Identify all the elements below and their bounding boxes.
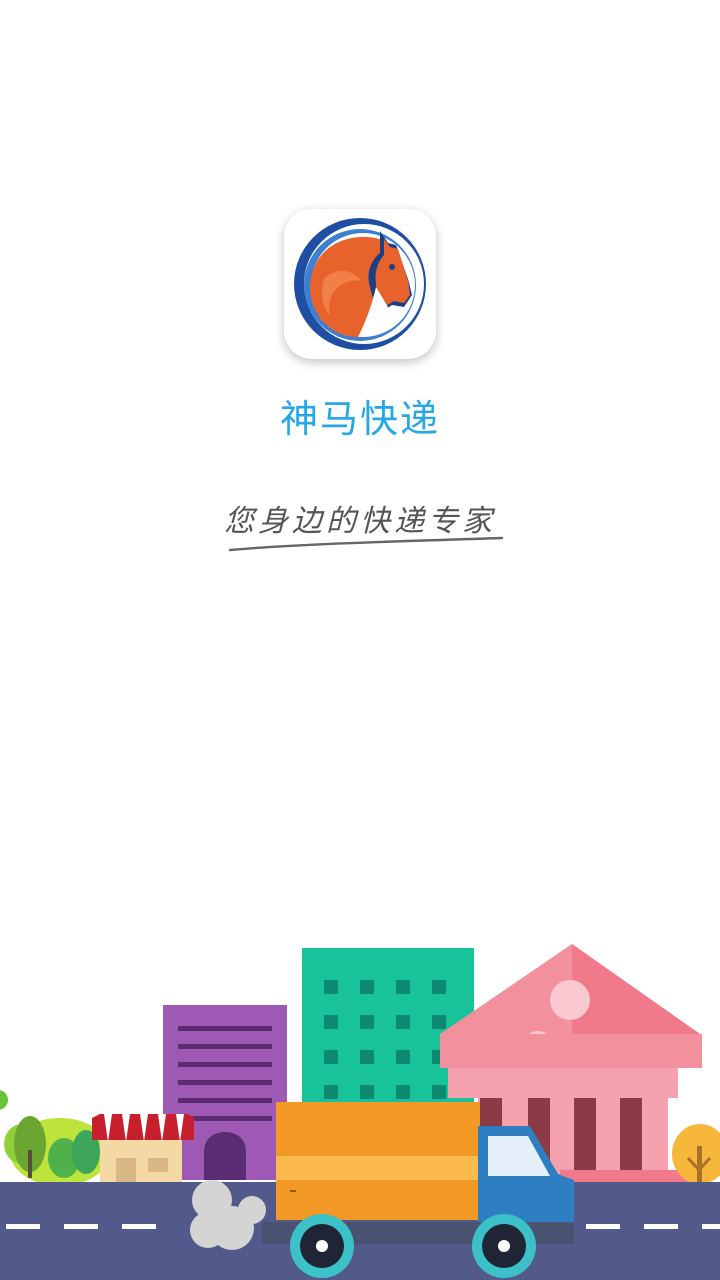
slogan: 您身边的快递专家 (224, 504, 496, 539)
city-delivery-truck-illustration (0, 944, 720, 1280)
app-name: 神马快递 (279, 397, 440, 441)
horse-head-icon (284, 209, 436, 359)
app-logo-icon (284, 209, 436, 359)
slogan-underline (228, 536, 504, 552)
splash-screen: 神马快递 您身边的快递专家 (0, 0, 720, 1280)
